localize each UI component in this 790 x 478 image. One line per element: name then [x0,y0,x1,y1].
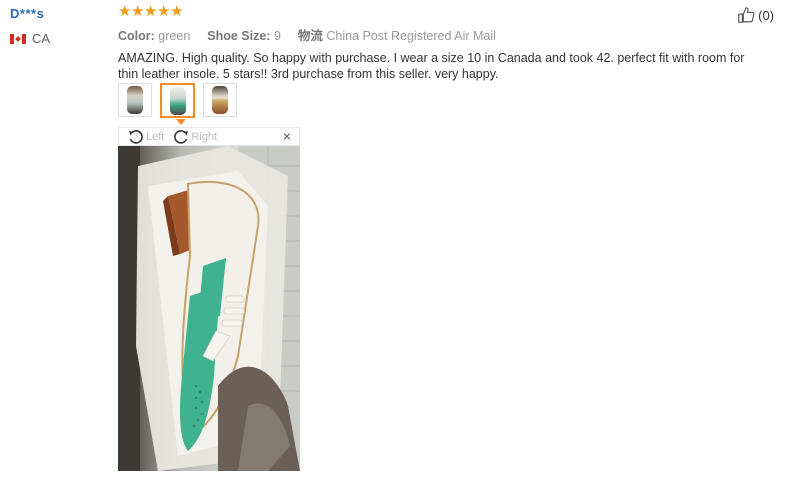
shoe-thumbnail-image [127,86,143,114]
country-code: CA [32,31,51,46]
helpful-count: (0) [758,7,774,23]
close-viewer-button[interactable]: × [283,128,291,144]
image-viewer: Left Right × [118,127,300,471]
star-rating: ★ ★ ★ ★ ★ [118,4,778,20]
color-label: Color: [118,29,155,43]
rotate-right-icon [174,130,189,144]
shoe-photo [118,146,300,471]
star-icon: ★ [131,3,145,20]
rotate-right-button[interactable]: Right [172,128,217,145]
active-thumbnail-pointer [176,119,186,125]
shipping-label: 物流 [297,29,323,43]
color-value: green [158,29,191,43]
rotate-left-button[interactable]: Left [127,128,164,145]
review-body: ★ ★ ★ ★ ★ Color: green Shoe Size: 9 物流 C… [118,4,778,82]
thumbs-up-icon[interactable] [737,6,755,24]
image-thumbnails [118,83,237,118]
size-label: Shoe Size: [207,29,271,43]
thumbnail-2-active[interactable] [160,83,195,118]
star-icon: ★ [170,3,184,20]
rotate-left-icon [129,130,143,144]
viewer-toolbar: Left Right × [118,127,300,146]
thumbnail-3[interactable] [203,83,237,117]
reviewer-info: D***s CA [10,6,105,46]
canada-flag-icon [10,33,26,44]
shipping-value: China Post Registered Air Mail [326,29,496,43]
review-text: AMAZING. High quality. So happy with pur… [118,51,745,81]
rotate-right-label: Right [191,130,218,143]
helpful-button[interactable]: (0) [737,6,774,24]
purchase-attributes: Color: green Shoe Size: 9 物流 China Post … [118,25,778,44]
shoe-photo-drawing [118,146,300,471]
reviewer-country: CA [10,31,105,46]
reviewer-name[interactable]: D***s [10,6,105,21]
rotate-left-label: Left [146,130,165,143]
star-icon: ★ [144,3,158,20]
size-value: 9 [273,29,281,43]
star-icon: ★ [118,3,132,20]
shoe-thumbnail-image [169,86,186,115]
thumbnail-1[interactable] [118,83,152,117]
star-icon: ★ [157,3,171,20]
shoe-thumbnail-image [212,86,228,114]
